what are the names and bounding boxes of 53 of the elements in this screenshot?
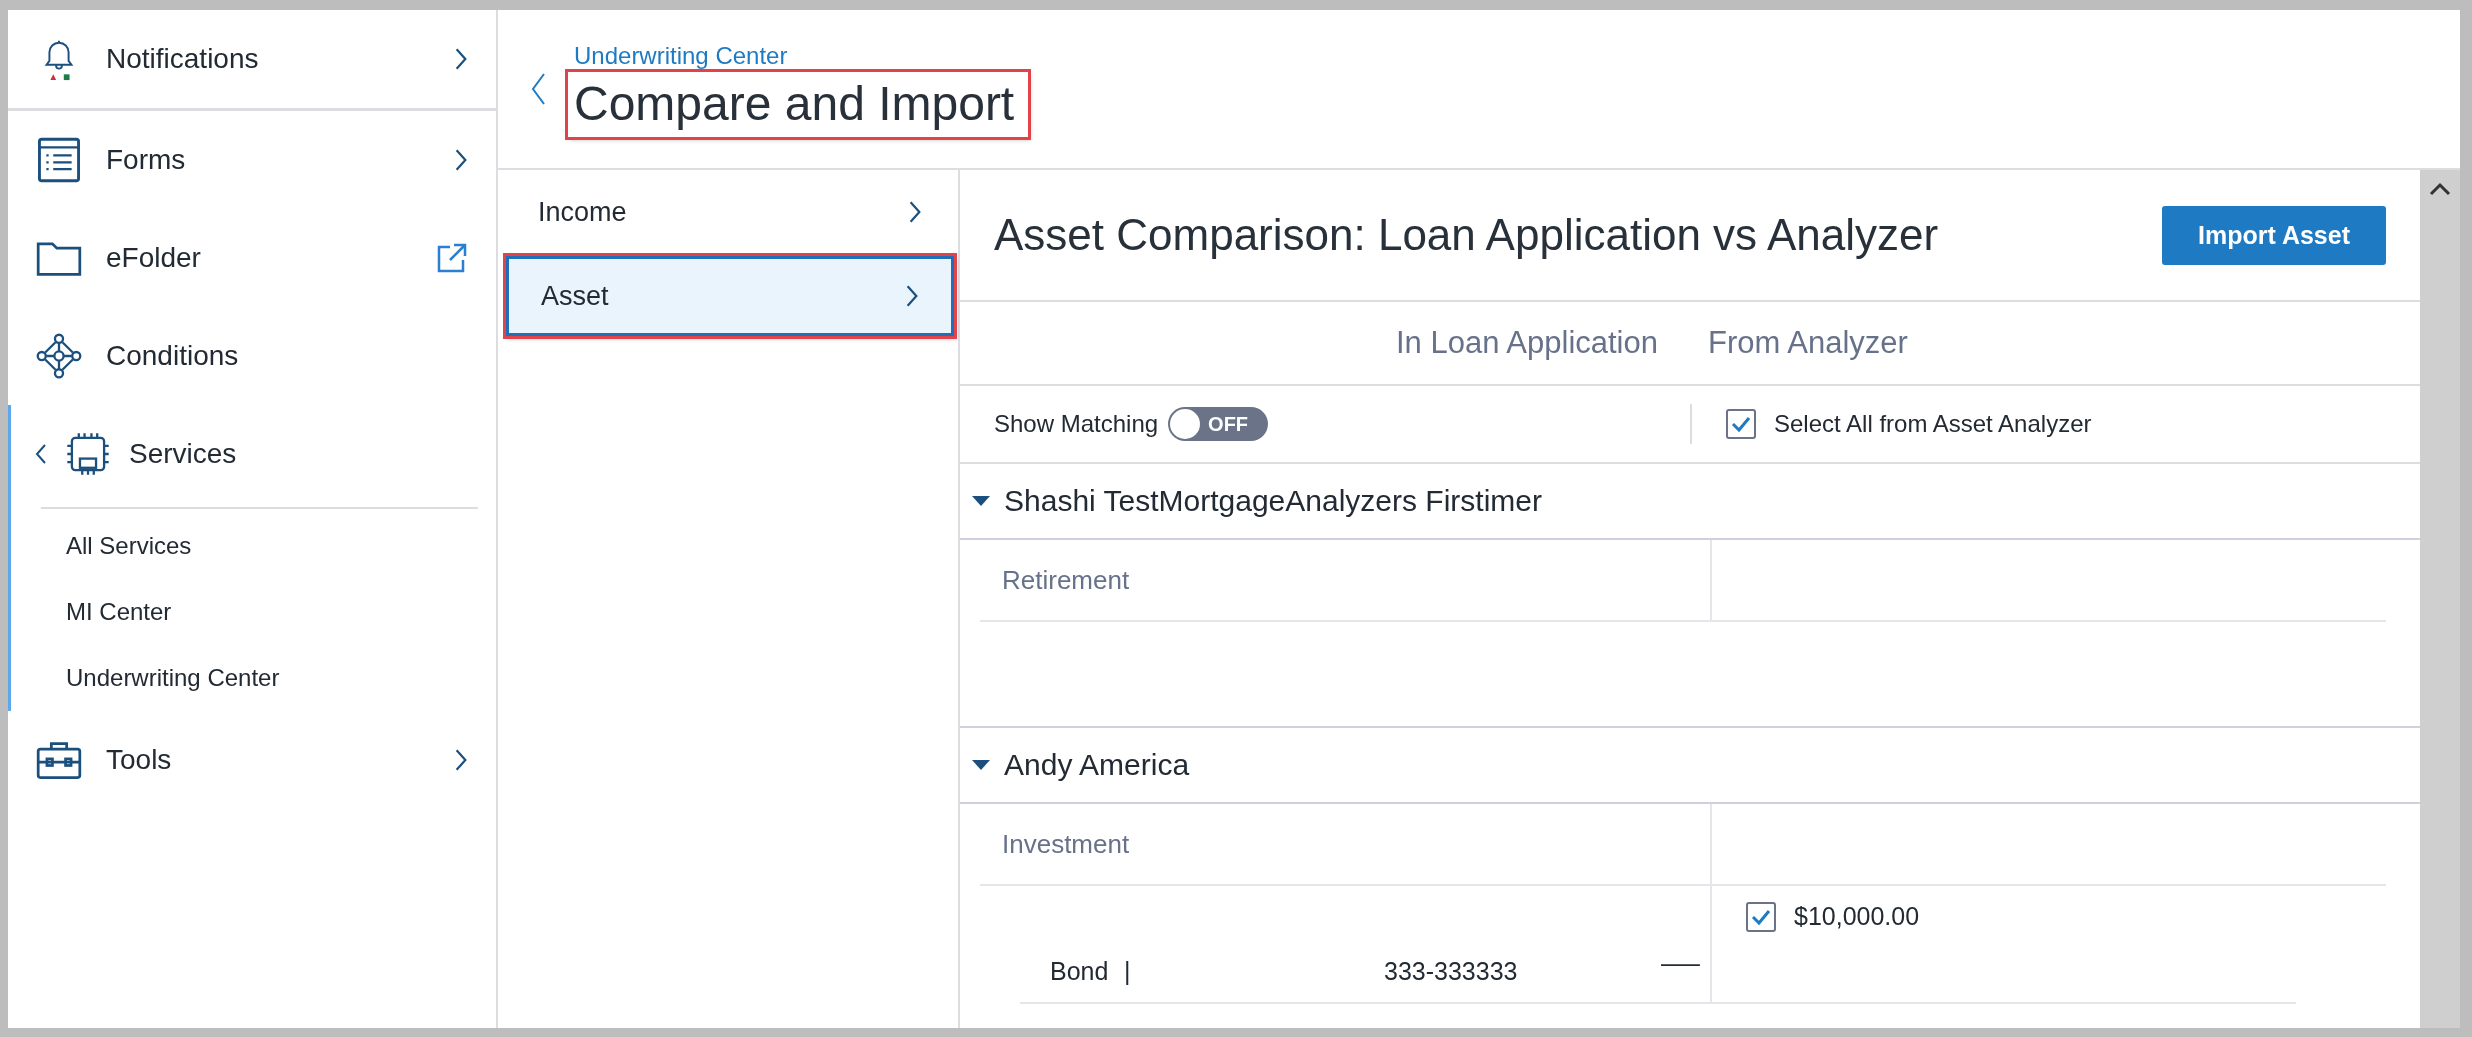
category-label: Retirement	[1001, 564, 1131, 596]
group-name: Shashi TestMortgageAnalyzers Firstimer	[1004, 484, 1542, 518]
import-button[interactable]: Import Asset	[2162, 205, 2386, 265]
group-name: Andy America	[1004, 748, 1190, 782]
column-header: In Loan Application	[1395, 325, 1659, 361]
sidebar-label: Tools	[106, 744, 173, 776]
nav-tab[interactable]: Asset	[506, 256, 954, 336]
back-icon[interactable]	[530, 72, 546, 106]
sidebar-item[interactable]: eFolder	[8, 209, 496, 307]
network-icon	[36, 333, 82, 379]
list-icon	[36, 137, 82, 183]
sidebar-label: Notifications	[106, 43, 260, 75]
sidebar-item[interactable]: Conditions	[8, 307, 496, 405]
checkbox[interactable]	[1726, 409, 1756, 439]
sidebar-label: eFolder	[106, 242, 202, 274]
sidebar-subitem[interactable]: MI Center	[11, 579, 496, 645]
sidebar-item[interactable]: Tools	[8, 711, 496, 809]
sidebar-subitem[interactable]: Underwriting Center	[11, 645, 496, 711]
analyzer-value: $10,000.00	[1794, 902, 1920, 931]
page-title: Compare and Import	[568, 71, 1029, 137]
sidebar-label: Conditions	[106, 340, 240, 372]
separator-mark: |	[1124, 957, 1132, 986]
chevron-right-icon	[908, 200, 922, 224]
account-number: 333-333333	[1384, 957, 1519, 986]
checkmark-icon	[1751, 908, 1771, 926]
group-header[interactable]: Andy America	[960, 726, 2420, 804]
external-link-icon	[436, 242, 468, 274]
chevron-right-icon	[905, 284, 919, 308]
chevron-right-icon	[454, 748, 468, 772]
sidebar-item[interactable]: Services	[11, 405, 496, 503]
sidebar-item[interactable]: Forms	[8, 111, 496, 209]
nav-tab[interactable]: Income	[506, 172, 954, 252]
toggle-switch[interactable]: OFF	[1168, 407, 1269, 441]
column-header: From Analyzer	[1707, 325, 1909, 361]
asset-name: Bond	[1050, 957, 1108, 986]
checkbox-label: Select All from Asset Analyzer	[1774, 410, 2092, 438]
toggle-label: Show Matching	[994, 410, 1159, 438]
checkbox[interactable]	[1746, 902, 1776, 932]
breadcrumb-link[interactable]: Underwriting Center	[568, 41, 788, 70]
group-header[interactable]: Shashi TestMortgageAnalyzers Firstimer	[960, 464, 2420, 540]
sidebar-label: Forms	[106, 144, 187, 176]
chevron-right-icon	[454, 148, 468, 172]
checkmark-icon	[1731, 415, 1751, 433]
scrollbar[interactable]	[2420, 170, 2460, 1028]
caret-up-icon[interactable]	[2429, 182, 2451, 196]
sidebar-item[interactable]: Notifications	[8, 10, 496, 108]
panel-title: Asset Comparison: Loan Application vs Analyzer	[994, 210, 1939, 260]
loan-value: —–	[1661, 949, 1701, 978]
chevron-right-icon	[454, 47, 468, 71]
category-label: Investment	[1001, 828, 1131, 860]
sidebar-subitem[interactable]: All Services	[11, 513, 496, 579]
chip-icon	[65, 431, 111, 477]
sidebar-label: Services	[129, 438, 238, 470]
